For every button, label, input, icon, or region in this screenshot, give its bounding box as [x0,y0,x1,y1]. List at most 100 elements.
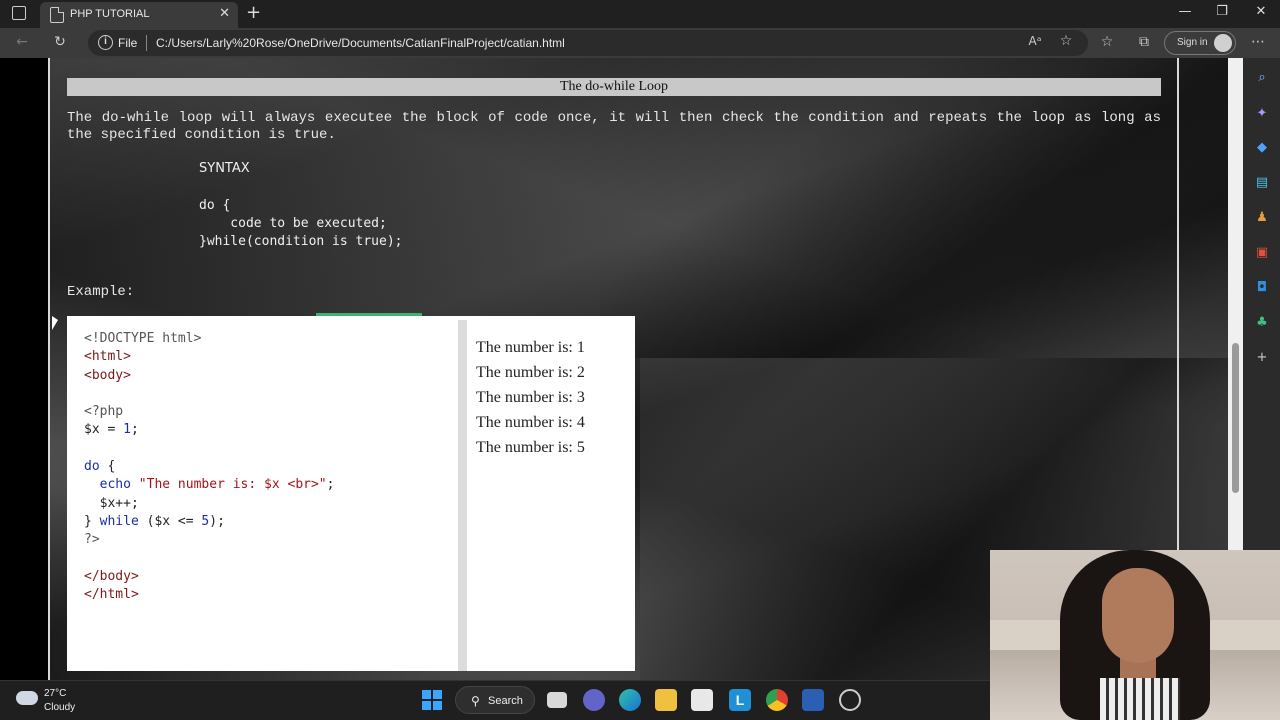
tab-close-icon[interactable]: ✕ [219,6,230,21]
mouse-cursor-icon [52,316,58,330]
webcam-overlay [990,550,1280,720]
settings-icon[interactable] [839,689,861,711]
tab-actions-icon[interactable] [12,6,26,20]
file-label: File [118,36,138,50]
scrollbar-thumb[interactable] [1232,343,1239,493]
start-button[interactable] [422,690,442,710]
outlook-icon[interactable]: ◘ [1254,280,1270,296]
office-icon[interactable]: ▣ [1254,245,1270,261]
syntax-title: SYNTAX [199,161,250,176]
code-line: $x++; [84,495,139,511]
output-line: The number is: 4 [476,414,585,431]
output-line: The number is: 2 [476,364,585,381]
word-icon[interactable] [802,689,824,711]
info-icon[interactable]: i [98,35,113,50]
syntax-code: do { code to be executed;}while(conditio… [199,197,403,251]
new-tab-icon[interactable]: + [246,2,261,23]
output-line: The number is: 1 [476,339,585,356]
page-icon [50,7,64,23]
code-token: while [99,513,139,529]
search-label: Search [488,695,523,707]
add-favorite-icon[interactable]: ☆ [1056,33,1076,49]
favorites-icon[interactable]: ☆ [1097,34,1117,50]
output-line: The number is: 3 [476,389,585,406]
section-description: The do-while loop will always executee t… [67,110,1161,143]
code-line: echo "The number is: $x <br>"; [84,476,335,494]
add-icon[interactable]: + [1254,350,1270,366]
code-token: 1 [123,422,131,438]
weather-condition[interactable]: Cloudy [44,702,75,713]
syntax-line: }while(condition is true); [199,234,403,249]
code-token: $x = [84,422,124,438]
games-icon[interactable]: ♟ [1254,210,1270,226]
panel-accent [316,313,422,316]
refresh-icon[interactable]: ↻ [50,34,70,50]
code-token: "The number is: $x <br>" [138,477,327,493]
code-token: ($x <= [138,513,202,529]
file-explorer-icon[interactable] [655,689,677,711]
sign-in-button[interactable]: Sign in [1164,31,1236,55]
background-stripe [600,58,1240,358]
tools-icon[interactable]: ▤ [1254,175,1270,191]
code-line: <body> [84,367,131,383]
url-text[interactable]: C:/Users/Larly%20Rose/OneDrive/Documents… [156,36,565,50]
taskbar-search[interactable]: ⚲ Search [455,686,535,714]
copilot-icon[interactable]: ✦ [1254,106,1270,122]
code-line: do { [84,458,334,476]
example-label: Example: [67,284,135,300]
chat-icon[interactable] [583,689,605,711]
cloud-icon[interactable] [16,691,38,705]
shopping-tag-icon[interactable]: ◆ [1254,140,1270,156]
output-block: The number is: 1 The number is: 2 The nu… [476,335,585,460]
code-line: <?php [84,404,124,420]
code-box: <!DOCTYPE html> <html> <body> <?php $x = 1;… [75,320,458,671]
code-token: } [84,513,100,529]
output-box: The number is: 1 The number is: 2 The nu… [467,320,635,671]
sign-in-label: Sign in [1177,37,1208,48]
close-window-button[interactable]: ✕ [1246,4,1276,19]
panel-divider [458,320,467,671]
code-line: $x = 1; [84,421,334,439]
code-line: </body> [84,568,139,584]
edge-icon[interactable] [619,689,641,711]
back-icon[interactable]: ← [12,34,32,50]
browser-toolbar: ← ↻ i File C:/Users/Larly%20Rose/OneDriv… [0,28,1280,58]
left-margin [0,58,50,680]
code-line: } while ($x <= 5); [84,513,334,531]
chrome-icon[interactable] [766,689,788,711]
left-border-line [48,58,50,680]
task-view-icon[interactable] [547,692,567,708]
code-block: <!DOCTYPE html> <html> <body> <?php $x = 1;… [84,330,334,604]
tree-icon[interactable]: ♣ [1254,315,1270,331]
weather-temperature[interactable]: 27°C [44,688,66,699]
minimize-button[interactable]: — [1170,4,1200,19]
avatar-icon [1214,34,1232,52]
output-line: The number is: 5 [476,439,585,456]
address-separator [146,35,147,51]
browser-tab[interactable]: PHP TUTORIAL ✕ [40,2,238,28]
code-token: ); [209,513,225,529]
code-token: echo [99,477,131,493]
l-app-icon[interactable]: L [729,689,751,711]
code-line: <!DOCTYPE html> [84,331,202,346]
code-token: { [99,459,116,475]
address-bar[interactable]: i File C:/Users/Larly%20Rose/OneDrive/Do… [88,30,1088,56]
read-aloud-icon[interactable]: Aᵃ [1025,34,1045,48]
collections-icon[interactable]: ⧉ [1134,34,1154,50]
browser-title-bar: PHP TUTORIAL ✕ + — ❐ ✕ [0,0,1280,28]
maximize-button[interactable]: ❐ [1207,4,1237,19]
store-icon[interactable] [691,689,713,711]
code-token: ; [130,422,139,438]
presenter-shirt [1100,678,1180,720]
syntax-line: code to be executed; [199,216,387,231]
more-icon[interactable]: ⋯ [1248,34,1268,50]
search-icon[interactable]: ⌕ [1254,70,1270,86]
section-heading: The do-while Loop [67,78,1161,96]
code-line: </html> [84,587,139,603]
code-token: ; [326,477,335,493]
